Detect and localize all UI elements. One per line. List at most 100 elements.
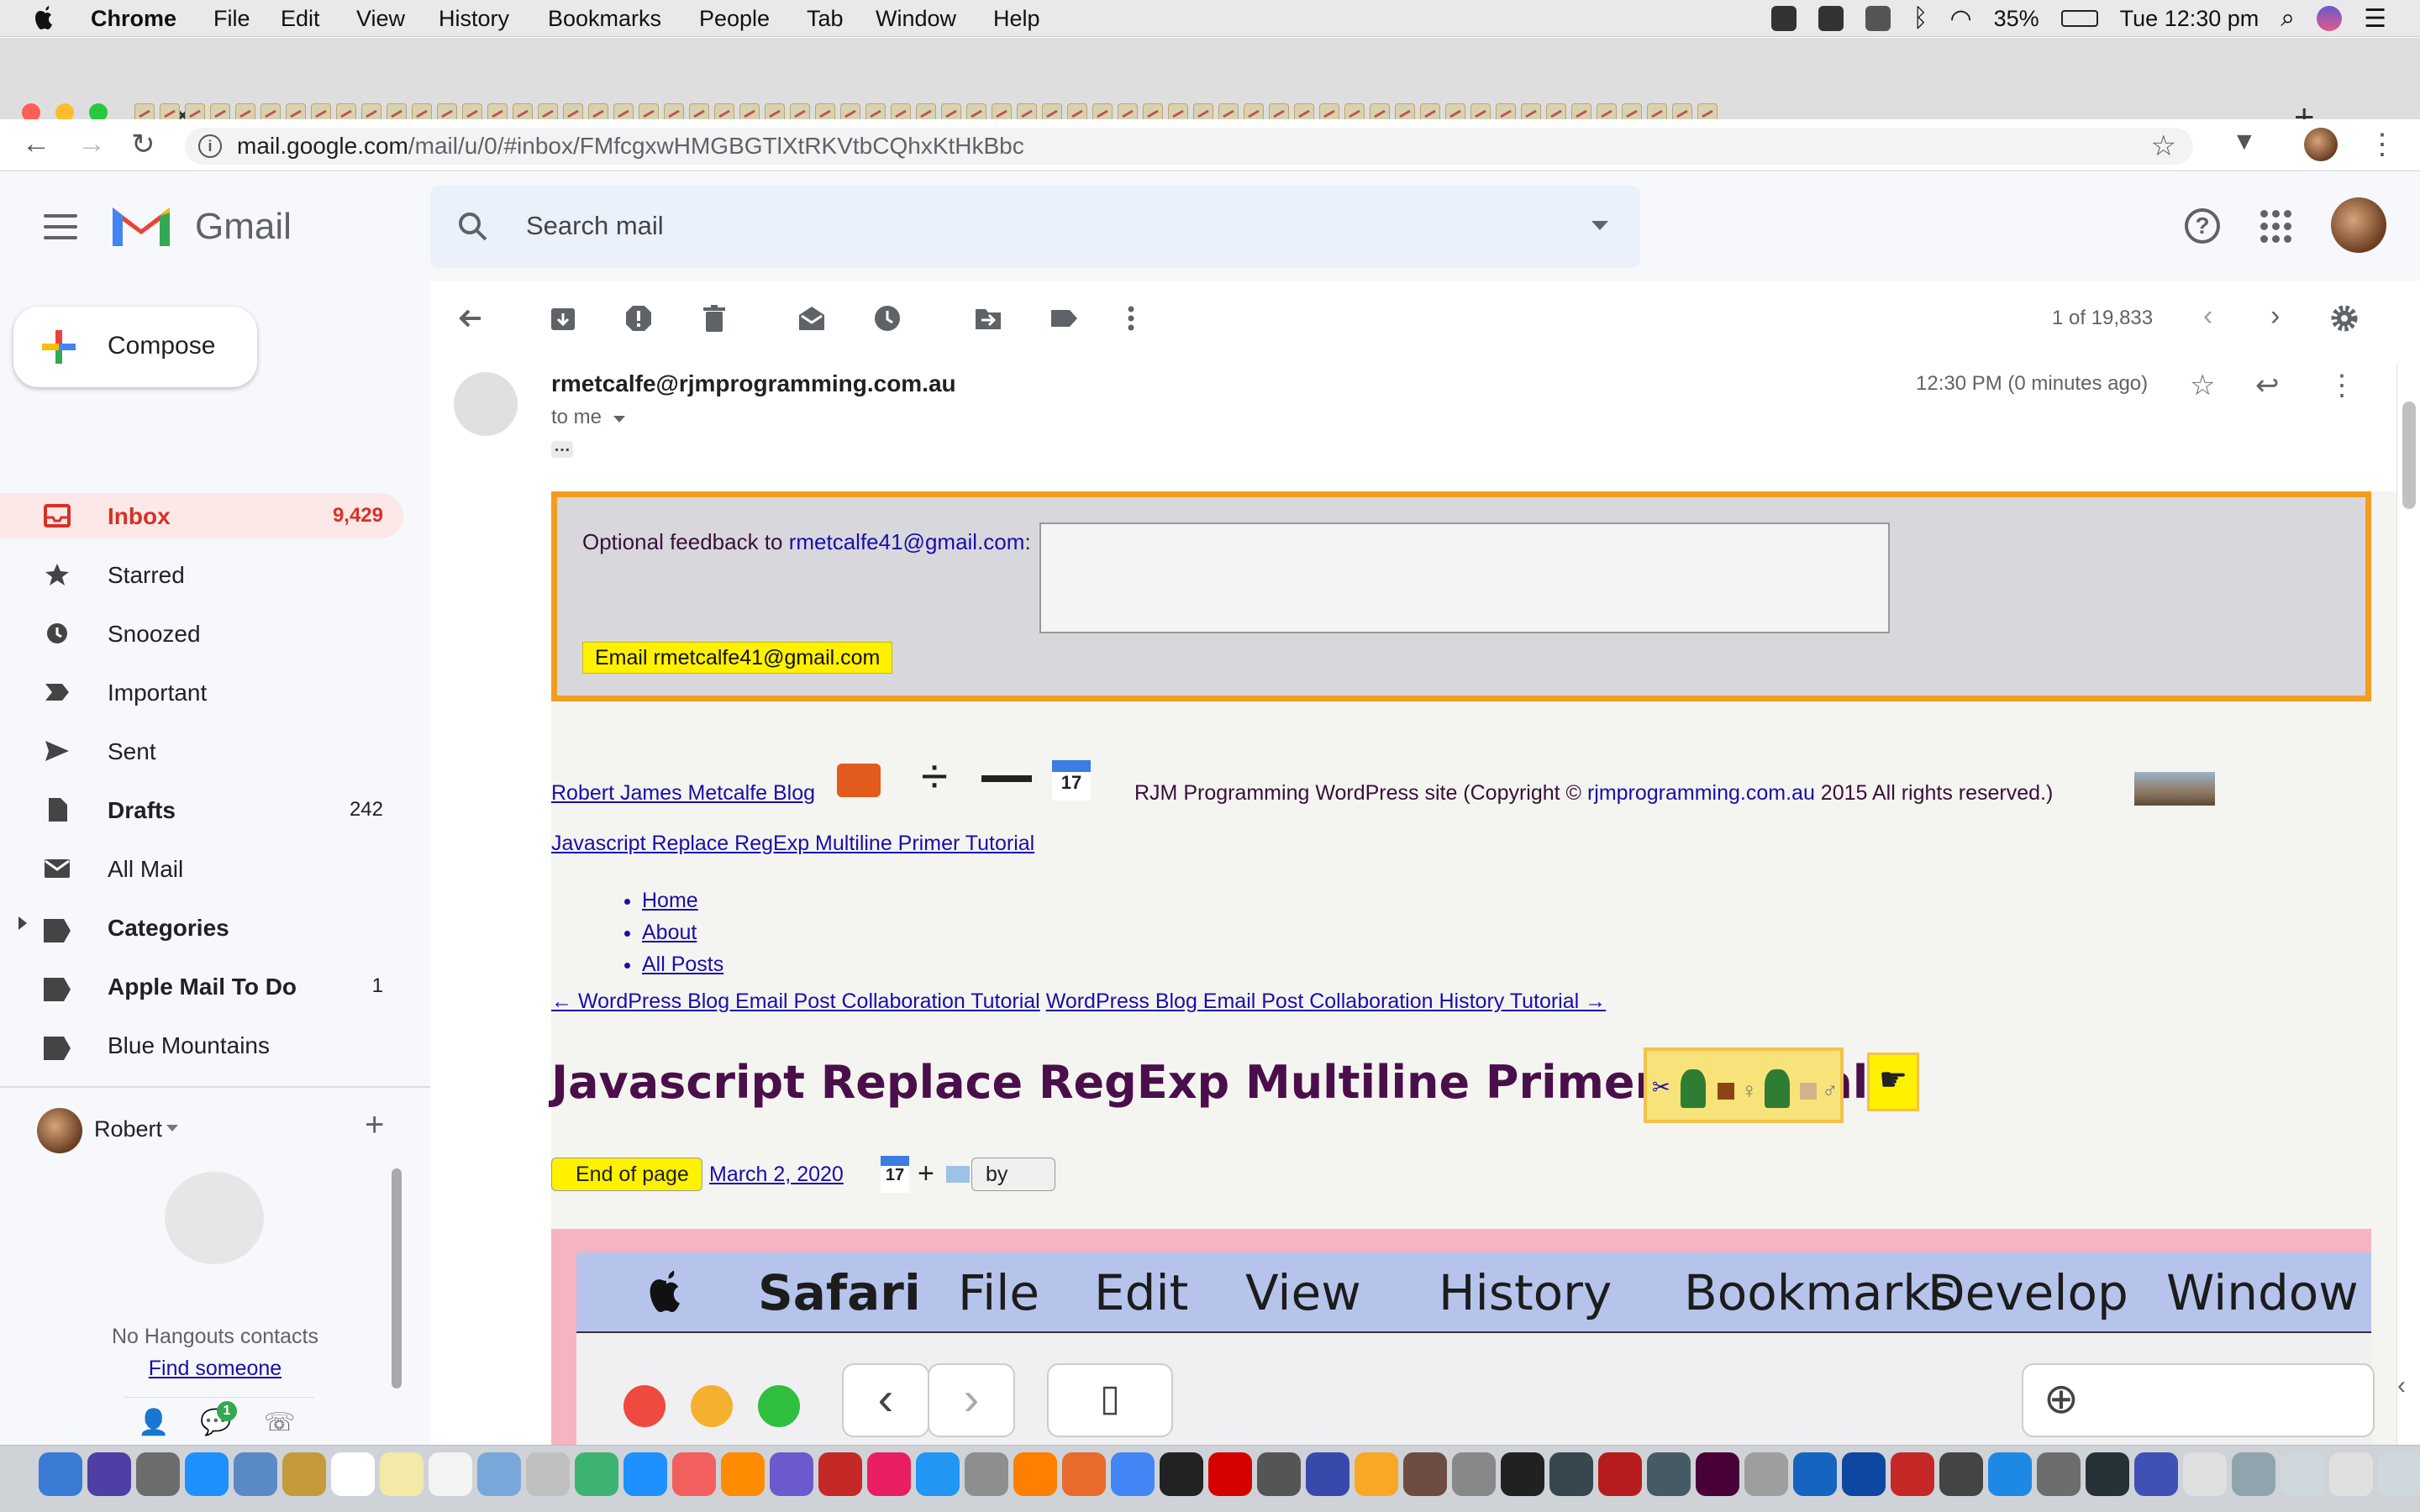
dock-app-icon[interactable] (965, 1452, 1008, 1496)
vivaldi-extension-icon[interactable]: ▼ (2232, 128, 2257, 156)
dock-app-icon[interactable] (1744, 1452, 1788, 1496)
sidebar-item-blue-mountains[interactable]: Blue Mountains (0, 1022, 403, 1068)
back-to-inbox-icon[interactable] (455, 303, 486, 333)
page-scrollbar[interactable]: ‹ (2396, 364, 2420, 1445)
calendar-icon[interactable]: 17 (1052, 760, 1091, 801)
menu-home[interactable]: Home (642, 885, 723, 916)
battery-percent[interactable]: 35% (1994, 6, 2039, 32)
dock-app-icon[interactable] (1549, 1452, 1593, 1496)
wifi-icon[interactable]: ◠ (1949, 4, 1971, 34)
menu-window[interactable]: Window (876, 6, 956, 32)
expand-categories-icon[interactable] (18, 916, 27, 930)
delete-icon[interactable] (699, 303, 729, 333)
battery-icon[interactable] (2060, 10, 2098, 27)
hangouts-status-caret-icon[interactable] (166, 1125, 178, 1131)
mark-unread-icon[interactable] (797, 303, 827, 333)
siri-icon[interactable] (2317, 6, 2343, 31)
dock-app-icon[interactable] (2086, 1452, 2129, 1496)
move-to-icon[interactable] (973, 303, 1003, 333)
snooze-icon[interactable] (872, 303, 902, 333)
dock-app-icon[interactable] (1062, 1452, 1106, 1496)
dock-app-icon[interactable] (282, 1452, 326, 1496)
dock-app-icon[interactable] (1306, 1452, 1349, 1496)
dock-app-icon[interactable] (1647, 1452, 1691, 1496)
dock-app-icon[interactable] (2232, 1452, 2275, 1496)
previous-post-link[interactable]: ← WordPress Blog Email Post Collaboratio… (551, 990, 1040, 1013)
dock-app-icon[interactable] (1160, 1452, 1203, 1496)
feedback-textarea[interactable] (1039, 522, 1890, 633)
labels-icon[interactable] (1049, 303, 1079, 333)
menu-all-posts-link[interactable]: All Posts (642, 953, 723, 976)
show-details-icon[interactable] (613, 416, 625, 423)
status-app-icon[interactable] (1771, 6, 1797, 31)
message-more-icon[interactable]: ⋮ (2328, 369, 2356, 402)
find-someone-link[interactable]: Find someone (0, 1357, 430, 1381)
dock-app-icon[interactable] (1793, 1452, 1837, 1496)
menu-home-link[interactable]: Home (642, 889, 698, 912)
sidebar-item-drafts[interactable]: Drafts 242 (0, 787, 403, 832)
pointing-hand-icon[interactable]: ☛ (1867, 1053, 1919, 1111)
by-select[interactable]: by (971, 1158, 1055, 1191)
search-input[interactable]: Search mail (526, 211, 664, 241)
dock-app-icon[interactable] (770, 1452, 813, 1496)
dock-app-icon[interactable] (2134, 1452, 2178, 1496)
help-icon[interactable]: ? (2185, 208, 2220, 244)
sidebar-item-important[interactable]: Important (0, 669, 403, 715)
emoji-strip[interactable]: ✂ ♀ ♂ (1644, 1047, 1844, 1123)
end-of-page-select[interactable]: End of page (551, 1158, 702, 1191)
dock-app-icon[interactable] (429, 1452, 472, 1496)
menu-people[interactable]: People (699, 6, 770, 32)
next-post-link[interactable]: WordPress Blog Email Post Collaboration … (1046, 990, 1606, 1013)
menu-help[interactable]: Help (993, 6, 1040, 32)
email-feedback-button[interactable]: Email rmetcalfe41@gmail.com (582, 642, 893, 674)
dock-app-icon[interactable] (1842, 1452, 1886, 1496)
dock-app-icon[interactable] (1452, 1452, 1496, 1496)
sidebar-item-starred[interactable]: Starred (0, 552, 403, 597)
address-bar[interactable]: i mail.google.com/mail/u/0/#inbox/FMfcgx… (185, 128, 2193, 165)
dock-app-icon[interactable] (2183, 1452, 2227, 1496)
dock-app-icon[interactable] (1257, 1452, 1301, 1496)
dock-app-icon[interactable] (2329, 1452, 2373, 1496)
site-info-icon[interactable]: i (198, 134, 222, 158)
show-trimmed-content-icon[interactable]: … (551, 438, 573, 458)
google-apps-icon[interactable] (2260, 210, 2294, 244)
spotlight-icon[interactable]: ⌕ (2281, 4, 2295, 33)
more-actions-icon[interactable] (1116, 303, 1146, 333)
menu-about[interactable]: About (642, 916, 723, 948)
dock-app-icon[interactable] (575, 1452, 618, 1496)
notification-center-icon[interactable]: ☰ (2364, 4, 2386, 34)
menu-edit[interactable]: Edit (281, 6, 320, 32)
malwarebytes-icon[interactable] (1818, 6, 1844, 31)
apple-logo-icon[interactable] (32, 4, 57, 33)
dock-app-icon[interactable] (1501, 1452, 1544, 1496)
sender-avatar[interactable] (454, 372, 518, 436)
header-thumbnail[interactable] (2134, 772, 2215, 806)
feedback-email-link[interactable]: rmetcalfe41@gmail.com (789, 529, 1025, 554)
dock-app-icon[interactable] (234, 1452, 277, 1496)
minus-icon[interactable] (981, 775, 1032, 782)
menubar-app-name[interactable]: Chrome (91, 6, 176, 32)
hangouts-username[interactable]: Robert (94, 1116, 162, 1142)
dock-app-icon[interactable] (2378, 1452, 2420, 1496)
older-icon[interactable]: › (2270, 300, 2301, 332)
report-spam-icon[interactable] (623, 303, 654, 333)
menu-all-posts[interactable]: All Posts (642, 948, 723, 980)
gmail-logo-icon[interactable] (109, 201, 173, 249)
dock-app-icon[interactable] (867, 1452, 911, 1496)
dock-app-icon[interactable] (721, 1452, 765, 1496)
dock-app-icon[interactable] (1939, 1452, 1983, 1496)
dock-app-icon[interactable] (39, 1452, 82, 1496)
contacts-tab-icon[interactable]: 👤 (138, 1408, 169, 1437)
search-bar[interactable]: Search mail (430, 186, 1640, 268)
blog-home-link[interactable]: Robert James Metcalfe Blog (551, 781, 815, 806)
side-panel-toggle-icon[interactable]: ‹ (2397, 1372, 2406, 1400)
dock-app-icon[interactable] (331, 1452, 375, 1496)
copyright-link[interactable]: rjmprogramming.com.au (1587, 781, 1815, 805)
settings-gear-icon[interactable] (2329, 303, 2360, 333)
dock-app-icon[interactable] (526, 1452, 570, 1496)
dock-app-icon[interactable] (1013, 1452, 1057, 1496)
sender-email[interactable]: rmetcalfe@rjmprogramming.com.au (551, 370, 956, 397)
dock-app-icon[interactable] (2037, 1452, 2081, 1496)
menu-view[interactable]: View (356, 6, 405, 32)
gmail-logo-text[interactable]: Gmail (195, 206, 292, 248)
